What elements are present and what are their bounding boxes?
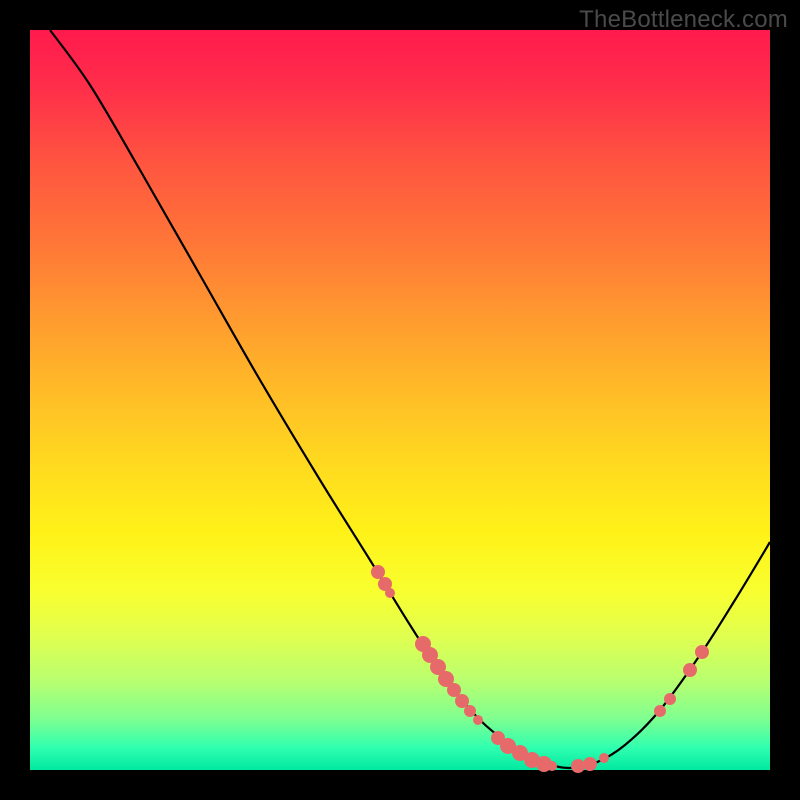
data-point [695, 645, 709, 659]
data-point [385, 588, 395, 598]
bottleneck-curve [50, 30, 770, 768]
chart-svg [30, 30, 770, 770]
data-point [683, 663, 697, 677]
chart-area [30, 30, 770, 770]
data-point [599, 753, 609, 763]
watermark-text: TheBottleneck.com [579, 6, 788, 34]
data-point [371, 565, 385, 579]
data-point [664, 693, 676, 705]
data-point [654, 705, 666, 717]
data-point [571, 759, 585, 773]
data-point [547, 761, 557, 771]
data-point [583, 757, 597, 771]
marker-group [371, 565, 709, 773]
data-point [464, 705, 476, 717]
data-point [473, 715, 483, 725]
